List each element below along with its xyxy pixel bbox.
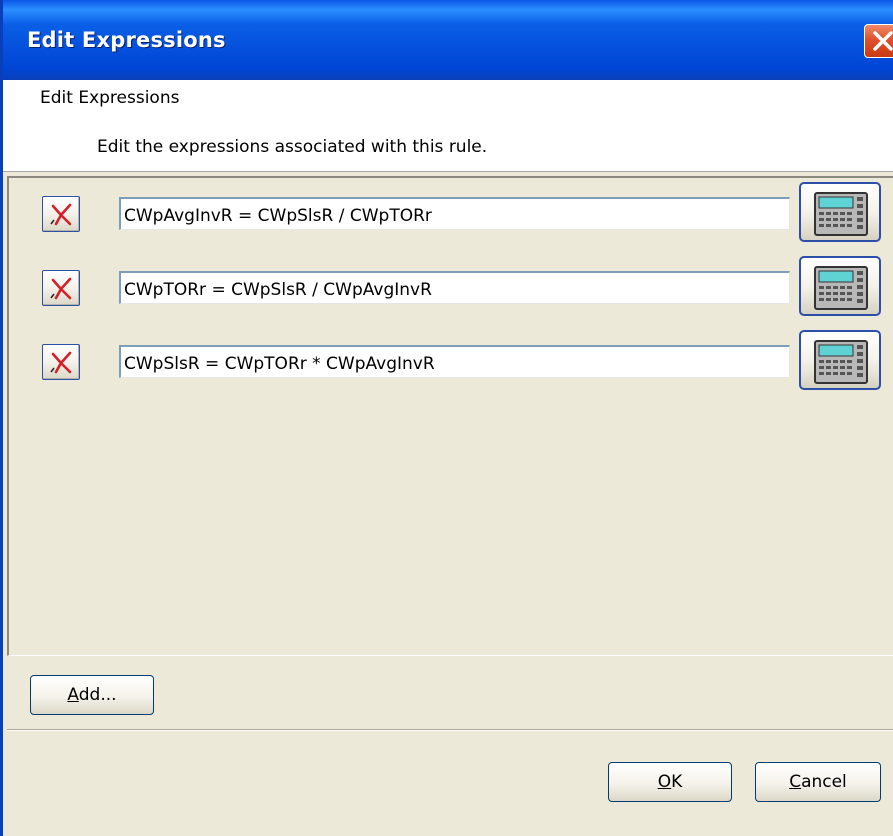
expression-row — [9, 330, 893, 390]
expression-builder-button[interactable] — [799, 330, 881, 390]
close-button[interactable] — [864, 24, 893, 58]
header-title: Edit Expressions — [40, 88, 180, 108]
expressions-panel — [7, 176, 893, 656]
header-subtitle: Edit the expressions associated with thi… — [97, 137, 488, 157]
add-expression-button[interactable]: Add... — [30, 675, 154, 715]
expression-field[interactable] — [119, 345, 790, 378]
ok-button[interactable]: OK — [608, 762, 732, 802]
ok-button-label: K — [671, 772, 683, 792]
expression-builder-button[interactable] — [799, 182, 881, 242]
add-button-label: dd... — [78, 685, 117, 705]
expression-field[interactable] — [119, 271, 790, 304]
edit-expressions-dialog: Edit Expressions Edit Expressions Edit t… — [0, 0, 893, 836]
delete-expression-button[interactable] — [42, 196, 80, 232]
ok-button-mnemonic: O — [657, 772, 672, 792]
cancel-button-mnemonic: C — [789, 772, 802, 792]
expression-row — [9, 256, 893, 316]
expression-builder-button[interactable] — [799, 256, 881, 316]
expression-row — [9, 182, 893, 242]
expression-field[interactable] — [119, 197, 790, 230]
cancel-button-label: ancel — [801, 772, 847, 792]
add-button-mnemonic: A — [67, 685, 79, 705]
delete-expression-button[interactable] — [42, 344, 80, 380]
title-bar[interactable]: Edit Expressions — [3, 0, 893, 80]
dialog-header: Edit Expressions Edit the expressions as… — [3, 80, 893, 172]
footer-divider — [7, 729, 893, 731]
delete-expression-button[interactable] — [42, 270, 80, 306]
cancel-button[interactable]: Cancel — [755, 762, 881, 802]
window-title: Edit Expressions — [27, 28, 226, 52]
